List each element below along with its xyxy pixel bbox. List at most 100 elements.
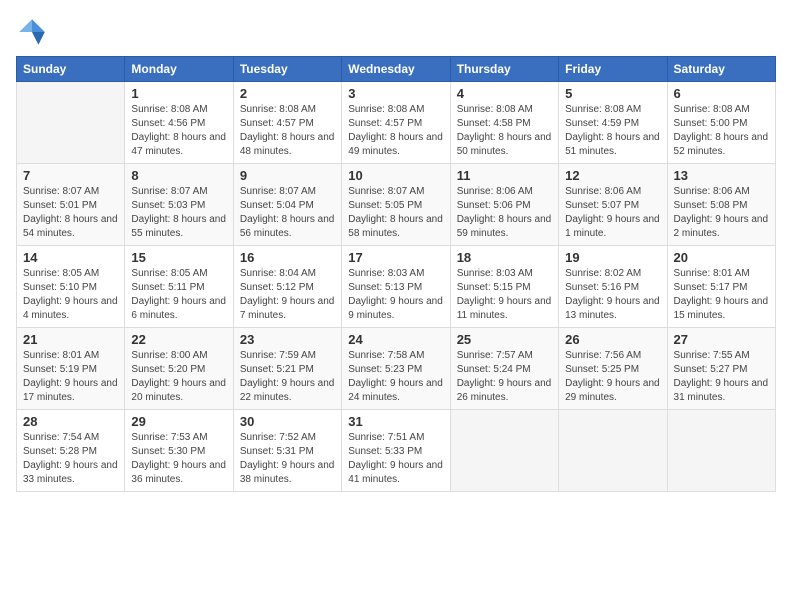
day-info: Sunrise: 8:08 AMSunset: 4:58 PMDaylight:…: [457, 103, 552, 159]
day-number: 3: [348, 86, 443, 101]
day-info: Sunrise: 8:08 AMSunset: 4:57 PMDaylight:…: [348, 103, 443, 159]
calendar-week-5: 28 Sunrise: 7:54 AMSunset: 5:28 PMDayligh…: [17, 410, 776, 492]
day-number: 14: [23, 250, 118, 265]
calendar-cell: 3 Sunrise: 8:08 AMSunset: 4:57 PMDaylight…: [342, 82, 450, 164]
day-number: 10: [348, 168, 443, 183]
day-info: Sunrise: 8:06 AMSunset: 5:07 PMDaylight:…: [565, 185, 660, 241]
day-number: 4: [457, 86, 552, 101]
day-number: 5: [565, 86, 660, 101]
calendar-cell: 10 Sunrise: 8:07 AMSunset: 5:05 PMDayligh…: [342, 164, 450, 246]
day-info: Sunrise: 8:08 AMSunset: 5:00 PMDaylight:…: [674, 103, 769, 159]
page-header: [16, 16, 776, 48]
calendar-cell: 7Sunrise: 8:07 AMSunset: 5:01 PMDaylight…: [17, 164, 125, 246]
day-info: Sunrise: 8:08 AMSunset: 4:59 PMDaylight:…: [565, 103, 660, 159]
day-info: Sunrise: 7:51 AMSunset: 5:33 PMDaylight:…: [348, 431, 443, 487]
calendar-week-2: 7Sunrise: 8:07 AMSunset: 5:01 PMDaylight…: [17, 164, 776, 246]
calendar-cell: 12 Sunrise: 8:06 AMSunset: 5:07 PMDayligh…: [559, 164, 667, 246]
day-info: Sunrise: 8:08 AMSunset: 4:56 PMDaylight:…: [131, 103, 226, 159]
day-info: Sunrise: 8:07 AMSunset: 5:04 PMDaylight:…: [240, 185, 335, 241]
calendar-cell: 14 Sunrise: 8:05 AMSunset: 5:10 PMDayligh…: [17, 246, 125, 328]
day-info: Sunrise: 8:07 AMSunset: 5:03 PMDaylight:…: [131, 185, 226, 241]
day-number: 28: [23, 414, 118, 429]
calendar-cell: [17, 82, 125, 164]
day-info: Sunrise: 8:06 AMSunset: 5:06 PMDaylight:…: [457, 185, 552, 241]
calendar-cell: 27 Sunrise: 7:55 AMSunset: 5:27 PMDayligh…: [667, 328, 775, 410]
day-info: Sunrise: 7:56 AMSunset: 5:25 PMDaylight:…: [565, 349, 660, 405]
calendar-cell: 5 Sunrise: 8:08 AMSunset: 4:59 PMDaylight…: [559, 82, 667, 164]
day-number: 9: [240, 168, 335, 183]
day-number: 16: [240, 250, 335, 265]
calendar-cell: 25Sunrise: 7:57 AMSunset: 5:24 PMDayligh…: [450, 328, 558, 410]
calendar-cell: [559, 410, 667, 492]
day-number: 7: [23, 168, 118, 183]
calendar-cell: 31Sunrise: 7:51 AMSunset: 5:33 PMDayligh…: [342, 410, 450, 492]
day-number: 23: [240, 332, 335, 347]
calendar-cell: 11 Sunrise: 8:06 AMSunset: 5:06 PMDayligh…: [450, 164, 558, 246]
day-number: 2: [240, 86, 335, 101]
day-number: 15: [131, 250, 226, 265]
calendar-cell: 26 Sunrise: 7:56 AMSunset: 5:25 PMDayligh…: [559, 328, 667, 410]
logo: [16, 16, 52, 48]
day-info: Sunrise: 7:59 AMSunset: 5:21 PMDaylight:…: [240, 349, 335, 405]
day-number: 30: [240, 414, 335, 429]
day-info: Sunrise: 7:58 AMSunset: 5:23 PMDaylight:…: [348, 349, 443, 405]
calendar-cell: 6 Sunrise: 8:08 AMSunset: 5:00 PMDaylight…: [667, 82, 775, 164]
day-info: Sunrise: 8:04 AMSunset: 5:12 PMDaylight:…: [240, 267, 335, 323]
calendar-cell: 30 Sunrise: 7:52 AMSunset: 5:31 PMDayligh…: [233, 410, 341, 492]
calendar-week-1: 1Sunrise: 8:08 AMSunset: 4:56 PMDaylight…: [17, 82, 776, 164]
day-number: 12: [565, 168, 660, 183]
day-number: 8: [131, 168, 226, 183]
day-number: 17: [348, 250, 443, 265]
header-saturday: Saturday: [667, 57, 775, 82]
day-info: Sunrise: 8:01 AMSunset: 5:17 PMDaylight:…: [674, 267, 769, 323]
day-info: Sunrise: 8:08 AMSunset: 4:57 PMDaylight:…: [240, 103, 335, 159]
day-number: 13: [674, 168, 769, 183]
calendar-cell: 24 Sunrise: 7:58 AMSunset: 5:23 PMDayligh…: [342, 328, 450, 410]
calendar-cell: 8 Sunrise: 8:07 AMSunset: 5:03 PMDaylight…: [125, 164, 233, 246]
calendar-cell: 22 Sunrise: 8:00 AMSunset: 5:20 PMDayligh…: [125, 328, 233, 410]
day-number: 11: [457, 168, 552, 183]
header-sunday: Sunday: [17, 57, 125, 82]
day-number: 24: [348, 332, 443, 347]
calendar-cell: 19 Sunrise: 8:02 AMSunset: 5:16 PMDayligh…: [559, 246, 667, 328]
calendar-cell: 9 Sunrise: 8:07 AMSunset: 5:04 PMDaylight…: [233, 164, 341, 246]
day-info: Sunrise: 8:03 AMSunset: 5:13 PMDaylight:…: [348, 267, 443, 323]
day-info: Sunrise: 7:57 AMSunset: 5:24 PMDaylight:…: [457, 349, 552, 405]
header-monday: Monday: [125, 57, 233, 82]
calendar-cell: [450, 410, 558, 492]
calendar-cell: 2 Sunrise: 8:08 AMSunset: 4:57 PMDaylight…: [233, 82, 341, 164]
day-info: Sunrise: 8:03 AMSunset: 5:15 PMDaylight:…: [457, 267, 552, 323]
day-info: Sunrise: 7:54 AMSunset: 5:28 PMDaylight:…: [23, 431, 118, 487]
calendar-cell: 17 Sunrise: 8:03 AMSunset: 5:13 PMDayligh…: [342, 246, 450, 328]
calendar-cell: 16 Sunrise: 8:04 AMSunset: 5:12 PMDayligh…: [233, 246, 341, 328]
day-info: Sunrise: 7:52 AMSunset: 5:31 PMDaylight:…: [240, 431, 335, 487]
day-number: 18: [457, 250, 552, 265]
day-number: 29: [131, 414, 226, 429]
day-info: Sunrise: 7:55 AMSunset: 5:27 PMDaylight:…: [674, 349, 769, 405]
day-info: Sunrise: 8:05 AMSunset: 5:11 PMDaylight:…: [131, 267, 226, 323]
header-wednesday: Wednesday: [342, 57, 450, 82]
day-info: Sunrise: 8:01 AMSunset: 5:19 PMDaylight:…: [23, 349, 118, 405]
day-info: Sunrise: 8:05 AMSunset: 5:10 PMDaylight:…: [23, 267, 118, 323]
day-number: 6: [674, 86, 769, 101]
day-number: 27: [674, 332, 769, 347]
calendar-cell: 13 Sunrise: 8:06 AMSunset: 5:08 PMDayligh…: [667, 164, 775, 246]
calendar-cell: 29Sunrise: 7:53 AMSunset: 5:30 PMDayligh…: [125, 410, 233, 492]
header-thursday: Thursday: [450, 57, 558, 82]
calendar-cell: [667, 410, 775, 492]
calendar-cell: 21Sunrise: 8:01 AMSunset: 5:19 PMDayligh…: [17, 328, 125, 410]
calendar-cell: 20 Sunrise: 8:01 AMSunset: 5:17 PMDayligh…: [667, 246, 775, 328]
day-number: 22: [131, 332, 226, 347]
day-number: 20: [674, 250, 769, 265]
day-info: Sunrise: 8:00 AMSunset: 5:20 PMDaylight:…: [131, 349, 226, 405]
calendar-table: SundayMondayTuesdayWednesdayThursdayFrid…: [16, 56, 776, 492]
day-info: Sunrise: 8:07 AMSunset: 5:05 PMDaylight:…: [348, 185, 443, 241]
day-number: 19: [565, 250, 660, 265]
header-friday: Friday: [559, 57, 667, 82]
day-number: 26: [565, 332, 660, 347]
calendar-cell: 1Sunrise: 8:08 AMSunset: 4:56 PMDaylight…: [125, 82, 233, 164]
day-info: Sunrise: 8:06 AMSunset: 5:08 PMDaylight:…: [674, 185, 769, 241]
calendar-cell: 28 Sunrise: 7:54 AMSunset: 5:28 PMDayligh…: [17, 410, 125, 492]
calendar-cell: 4 Sunrise: 8:08 AMSunset: 4:58 PMDaylight…: [450, 82, 558, 164]
day-info: Sunrise: 8:02 AMSunset: 5:16 PMDaylight:…: [565, 267, 660, 323]
